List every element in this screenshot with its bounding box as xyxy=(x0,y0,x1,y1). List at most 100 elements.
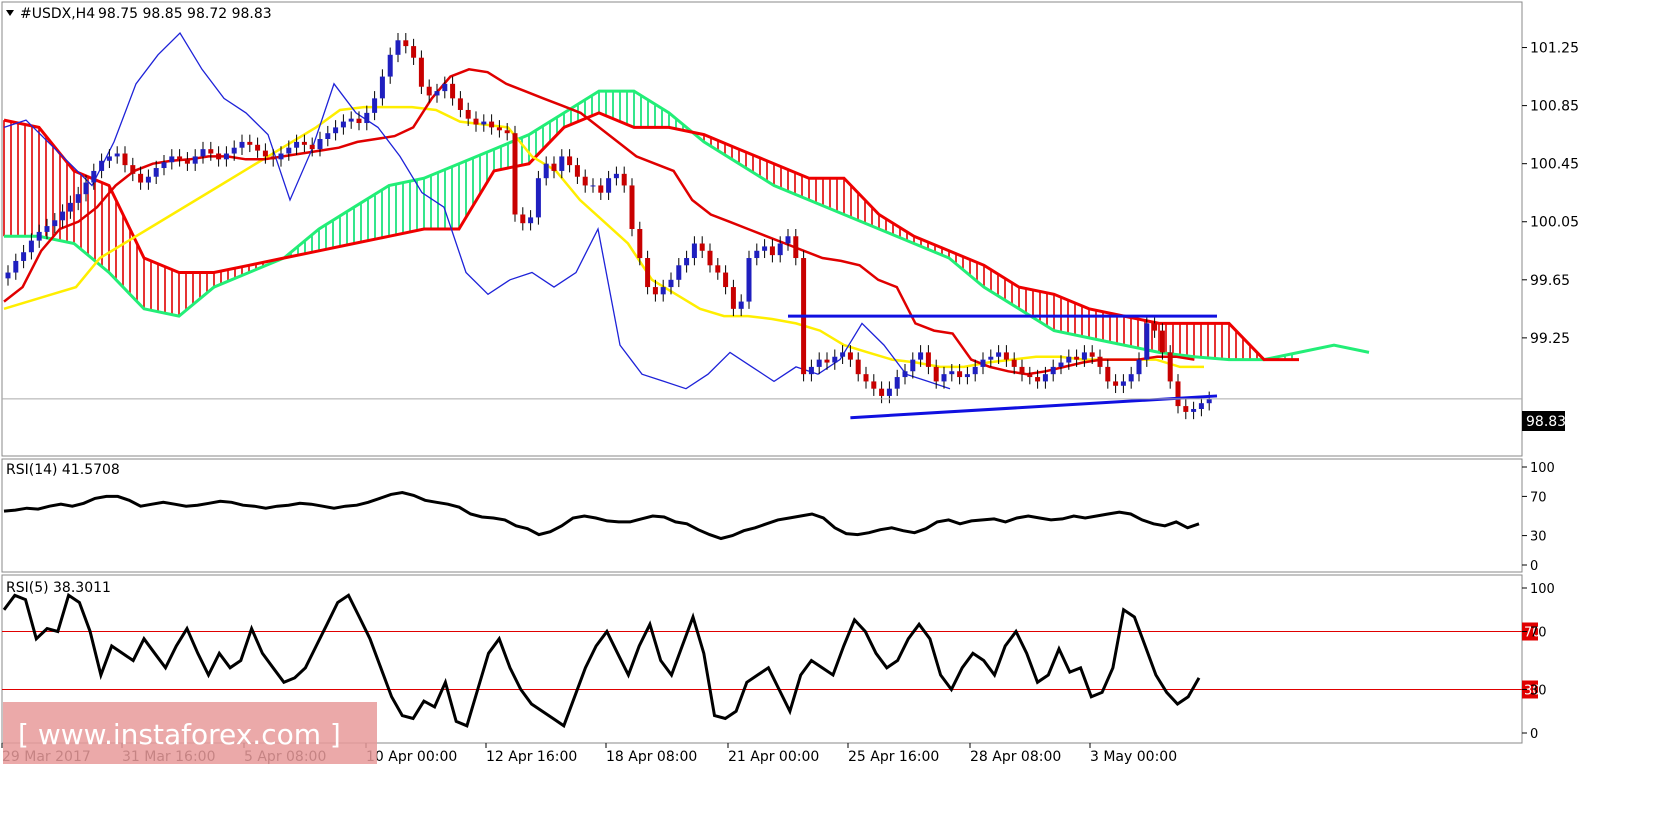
candle-body xyxy=(496,127,502,131)
candle-body xyxy=(738,301,744,309)
candle-body xyxy=(684,258,690,266)
candle-body xyxy=(255,144,261,151)
candle-body xyxy=(660,287,666,295)
candle-body xyxy=(1113,381,1119,386)
candle-body xyxy=(964,374,970,378)
candle-body xyxy=(161,162,167,169)
candle-body xyxy=(442,83,448,92)
candle-body xyxy=(489,121,495,128)
current-price: 98.83 xyxy=(1526,414,1566,430)
candle-body xyxy=(637,229,643,259)
candle-body xyxy=(418,57,424,87)
dropdown-triangle-icon[interactable] xyxy=(6,10,14,16)
rsi5-tick-label: 30 xyxy=(1530,684,1547,699)
candle-body xyxy=(715,265,721,273)
tenkan-sen-line xyxy=(3,68,1195,376)
candle-body xyxy=(473,118,479,125)
candle-body xyxy=(138,173,144,183)
candle-body xyxy=(613,173,619,179)
rsi14-label: RSI(14) 41.5708 xyxy=(6,462,120,478)
candle-body xyxy=(145,176,151,183)
candle-body xyxy=(356,118,362,124)
candle-body xyxy=(543,163,549,179)
candle-body xyxy=(762,246,768,251)
candle-body xyxy=(972,366,978,375)
candle-body xyxy=(169,156,175,163)
candle-body xyxy=(1042,374,1048,382)
candle-body xyxy=(847,352,853,360)
candle-body xyxy=(28,240,34,253)
candle-body xyxy=(598,185,604,193)
candle-body xyxy=(925,352,931,367)
candle-body xyxy=(177,156,183,160)
main-panel-frame xyxy=(1,1,1523,457)
candle-body xyxy=(910,359,916,372)
candle-body xyxy=(1206,398,1212,404)
candle-body xyxy=(754,250,760,259)
candle-body xyxy=(44,226,50,232)
candle-body xyxy=(184,159,190,164)
candle-body xyxy=(457,98,463,110)
candle-body xyxy=(13,260,19,273)
candle-body xyxy=(270,156,276,160)
chart-window: 100 70 30 0 70 30 100 70 30 0 101.25 100.85 100.45… xyxy=(0,0,1657,811)
candle-body xyxy=(387,54,393,77)
candle-body xyxy=(832,356,838,363)
candle-body xyxy=(192,156,198,164)
candle-body xyxy=(840,352,846,357)
candle-body xyxy=(450,83,456,99)
candle-body xyxy=(372,98,378,113)
candle-body xyxy=(434,91,440,96)
rsi14-plot: 100 70 30 0 xyxy=(3,461,1555,574)
time-tick-label: 25 Apr 16:00 xyxy=(848,749,939,765)
price-tick-label: 99.25 xyxy=(1530,331,1570,347)
candle-body xyxy=(621,173,627,186)
candle-body xyxy=(520,214,526,224)
candle-body xyxy=(949,371,955,375)
rsi5-tick-label: 70 xyxy=(1530,626,1547,641)
candle-body xyxy=(1089,352,1095,357)
candle-body xyxy=(1159,330,1165,353)
candle-body xyxy=(676,265,682,280)
senkou-span-b-line xyxy=(3,111,1299,362)
candle-body xyxy=(1128,374,1134,382)
candle-body xyxy=(746,258,752,302)
candle-body xyxy=(1144,323,1150,360)
candle-body xyxy=(980,359,986,367)
candle-body xyxy=(941,374,947,382)
candle-body xyxy=(1011,359,1017,367)
candle-body xyxy=(231,147,237,154)
candle-body xyxy=(808,366,814,375)
candle-body xyxy=(645,258,651,288)
ichimoku-cloud xyxy=(3,91,1293,360)
candle-body xyxy=(1183,406,1189,412)
candle-body xyxy=(379,76,385,99)
candle-body xyxy=(723,272,729,288)
candle-body xyxy=(200,149,206,157)
candle-body xyxy=(364,112,370,124)
candle-body xyxy=(1027,374,1033,378)
candle-body xyxy=(60,211,66,221)
candle-body xyxy=(481,121,487,125)
rsi5-tick-label: 100 xyxy=(1530,582,1555,597)
candle-body xyxy=(933,366,939,382)
candle-body xyxy=(504,130,510,134)
candle-body xyxy=(1074,356,1080,360)
candle-body xyxy=(91,170,97,183)
candle-body xyxy=(239,141,245,148)
candle-body xyxy=(403,40,409,47)
candle-body xyxy=(262,150,268,157)
candle-body xyxy=(1191,409,1197,412)
candle-body xyxy=(1105,366,1111,382)
candle-body xyxy=(652,287,658,295)
candle-body xyxy=(465,109,471,119)
chart-canvas: 10070300 703010070300 101.25100.85100.45… xyxy=(1,1,1579,765)
candle-body xyxy=(333,127,339,134)
candle-body xyxy=(793,236,799,259)
axes: 101.25100.85100.45100.0599.6599.2529 Mar… xyxy=(1,41,1579,765)
rsi14-tick-label: 100 xyxy=(1530,461,1555,476)
candle-body xyxy=(75,194,81,203)
candle-body xyxy=(1081,352,1087,360)
candle-body xyxy=(1019,366,1025,375)
time-tick-label: 12 Apr 16:00 xyxy=(486,749,577,765)
